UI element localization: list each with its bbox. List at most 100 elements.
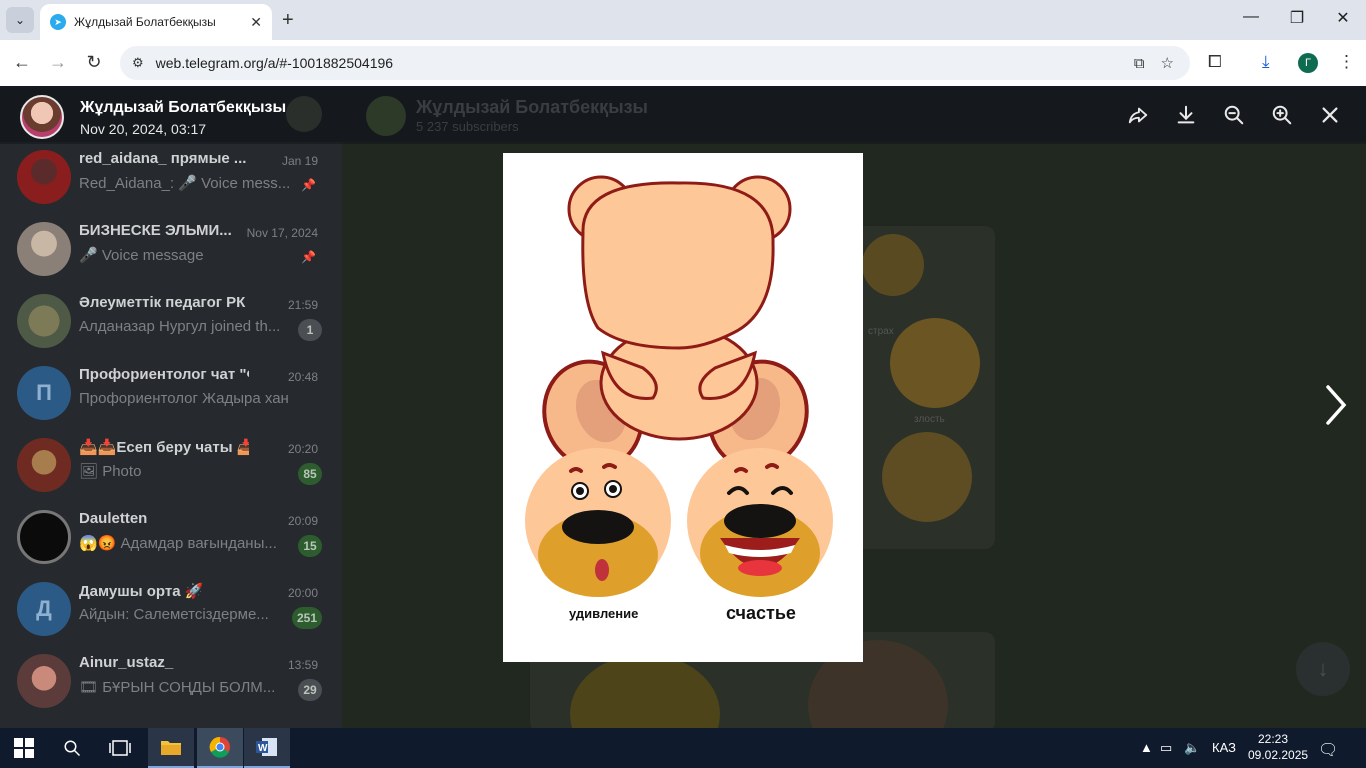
- chat-avatar: [17, 510, 71, 564]
- chrome-icon[interactable]: [197, 728, 243, 768]
- background-emoji-face: [882, 432, 972, 522]
- chat-header-subtitle: 5 237 subscribers: [416, 119, 519, 134]
- chat-name: Дамушы орта 🚀: [79, 583, 204, 600]
- svg-text:W: W: [258, 743, 268, 754]
- chat-last-message: 🖼 Photo: [79, 463, 142, 480]
- media-date: Nov 20, 2024, 03:17: [80, 121, 207, 137]
- chat-avatar: [17, 438, 71, 492]
- clock-time: 22:23: [1257, 732, 1289, 746]
- chat-avatar: [17, 222, 71, 276]
- task-view-icon[interactable]: [96, 728, 144, 768]
- install-app-icon[interactable]: ⧉: [1134, 55, 1145, 72]
- bear-illustration: [542, 175, 809, 471]
- chat-name: red_aidana_ прямые ...: [79, 150, 247, 167]
- minimize-icon[interactable]: —: [1236, 8, 1266, 26]
- address-bar[interactable]: ⚙ web.telegram.org/a/#-1001882504196 ⧉ ☆: [120, 46, 1190, 80]
- chat-name: 📥📥Есеп беру чаты 📥: [79, 439, 249, 456]
- show-hidden-icons-icon[interactable]: ▲: [1140, 740, 1153, 755]
- tab-close-icon[interactable]: ✕: [250, 14, 262, 31]
- media-viewer-header: Жұлдызай Болатбекқызы Nov 20, 2024, 03:1…: [0, 86, 1366, 144]
- download-icon[interactable]: [1172, 104, 1200, 132]
- tab-list-chevron-icon[interactable]: ⌄: [6, 7, 34, 33]
- chat-last-message: Алданазар Нургул joined th...: [79, 318, 281, 335]
- chat-name: Dauletten: [79, 510, 148, 527]
- telegram-favicon-icon: ➤: [50, 14, 66, 30]
- chat-time: 13:59: [287, 658, 318, 672]
- window-close-icon[interactable]: ✕: [1328, 8, 1358, 28]
- back-arrow-icon[interactable]: ←: [10, 52, 34, 73]
- chat-time: 20:20: [287, 442, 318, 456]
- downloads-icon[interactable]: ⤓: [1262, 52, 1270, 72]
- photo-caption-surprise: удивление: [569, 606, 639, 621]
- chat-header-avatar: [366, 96, 406, 136]
- chat-avatar: П: [17, 366, 71, 420]
- chat-last-message: 🎞 БҰРЫН СОҢДЫ БОЛМ...: [79, 679, 276, 696]
- browser-tab[interactable]: ➤ Жұлдызай Болатбекқызы ✕: [40, 4, 272, 40]
- reload-icon[interactable]: ↻: [82, 52, 106, 73]
- unread-badge: 85: [298, 463, 322, 485]
- pin-icon: 📌: [301, 250, 316, 264]
- system-clock[interactable]: 22:23 09.02.2025: [1248, 731, 1309, 763]
- surprised-face-illustration: [525, 448, 671, 597]
- volume-icon[interactable]: 🔈: [1184, 740, 1200, 756]
- next-media-arrow-icon[interactable]: [1322, 383, 1350, 437]
- chat-name: Профориентолог чат "Фо...: [79, 366, 249, 383]
- unread-badge: 29: [298, 679, 322, 701]
- chat-time: 20:00: [287, 586, 318, 600]
- url-text: web.telegram.org/a/#-1001882504196: [155, 55, 394, 71]
- scroll-down-icon[interactable]: ↓: [1296, 642, 1350, 696]
- chat-list: red_aidana_ прямые ... Jan 19 Red_Aidana…: [0, 142, 342, 728]
- restore-icon[interactable]: ❐: [1282, 8, 1312, 28]
- chat-last-message: Red_Aidana_: 🎤 Voice mess...: [79, 175, 289, 192]
- chat-avatar: [17, 294, 71, 348]
- chat-list-item[interactable]: Д Дамушы орта 🚀 20:00 Айдын: Салеметсізд…: [0, 574, 342, 646]
- chat-list-item[interactable]: П Профориентолог чат "Фо... 20:48 Профор…: [0, 358, 342, 430]
- chat-avatar: Д: [17, 582, 71, 636]
- site-settings-icon[interactable]: ⚙: [132, 55, 144, 71]
- chat-time: 20:48: [287, 370, 318, 384]
- chat-list-item[interactable]: red_aidana_ прямые ... Jan 19 Red_Aidana…: [0, 142, 342, 214]
- media-photo[interactable]: удивление счастье: [503, 153, 863, 662]
- sender-avatar[interactable]: [20, 95, 64, 139]
- forward-share-icon[interactable]: [1124, 104, 1152, 132]
- chat-avatar: [17, 150, 71, 204]
- sender-name[interactable]: Жұлдызай Болатбекқызы: [80, 99, 286, 117]
- chat-time: 21:59: [287, 298, 318, 312]
- chat-header-name: Жұлдызай Болатбекқызы: [416, 97, 648, 117]
- file-explorer-icon[interactable]: [148, 728, 194, 768]
- background-label-fear: страх: [868, 326, 894, 337]
- new-tab-plus-icon[interactable]: +: [282, 9, 294, 32]
- forward-arrow-icon[interactable]: →: [46, 52, 70, 73]
- chat-list-item[interactable]: Ainur_ustaz_ 13:59 🎞 БҰРЫН СОҢДЫ БОЛМ...…: [0, 646, 342, 718]
- chat-list-item[interactable]: Dauletten 20:09 😱😡 Адамдар вағынданы... …: [0, 502, 342, 574]
- clock-date: 09.02.2025: [1248, 748, 1309, 762]
- notifications-icon[interactable]: 🗨: [1318, 740, 1338, 760]
- language-indicator[interactable]: КАЗ: [1212, 740, 1236, 755]
- start-windows-icon[interactable]: [0, 728, 48, 768]
- extensions-puzzle-icon[interactable]: ⧠: [1208, 52, 1222, 72]
- search-icon[interactable]: [48, 728, 96, 768]
- background-emoji-face: [890, 318, 980, 408]
- zoom-in-icon[interactable]: [1268, 104, 1296, 132]
- unread-badge: 1: [298, 319, 322, 341]
- background-emoji-face: [862, 234, 924, 296]
- chat-name: Ainur_ustaz_: [79, 654, 174, 671]
- chat-last-message: Профориентолог Жадыра хан...: [79, 390, 289, 407]
- tab-title: Жұлдызай Болатбекқызы: [74, 15, 216, 29]
- unread-badge: 251: [291, 607, 322, 629]
- chat-list-item[interactable]: БИЗНЕСКЕ ЭЛЬМИ... Nov 17, 2024 🎤 Voice m…: [0, 214, 342, 286]
- chat-name: БИЗНЕСКЕ ЭЛЬМИ...: [79, 222, 232, 239]
- chat-list-item[interactable]: 📥📥Есеп беру чаты 📥 20:20 🖼 Photo 85: [0, 430, 342, 502]
- browser-menu-icon[interactable]: ⋮: [1338, 52, 1355, 72]
- chat-last-message: Айдын: Салеметсіздерме...: [79, 606, 269, 623]
- close-viewer-icon[interactable]: [1316, 104, 1344, 132]
- windows-taskbar: W ▲ ▭ 🔈 КАЗ 22:23 09.02.2025 🗨: [0, 728, 1366, 768]
- happy-face-illustration: [687, 448, 833, 597]
- bookmark-star-icon[interactable]: ☆: [1161, 54, 1174, 72]
- network-icon[interactable]: ▭: [1160, 740, 1172, 756]
- word-icon[interactable]: W: [244, 728, 290, 768]
- chat-time: 20:09: [287, 514, 318, 528]
- chat-list-item[interactable]: Әлеуметтік педагог РК 21:59 Алданазар Ну…: [0, 286, 342, 358]
- profile-avatar[interactable]: Г: [1298, 53, 1318, 73]
- zoom-out-icon[interactable]: [1220, 104, 1248, 132]
